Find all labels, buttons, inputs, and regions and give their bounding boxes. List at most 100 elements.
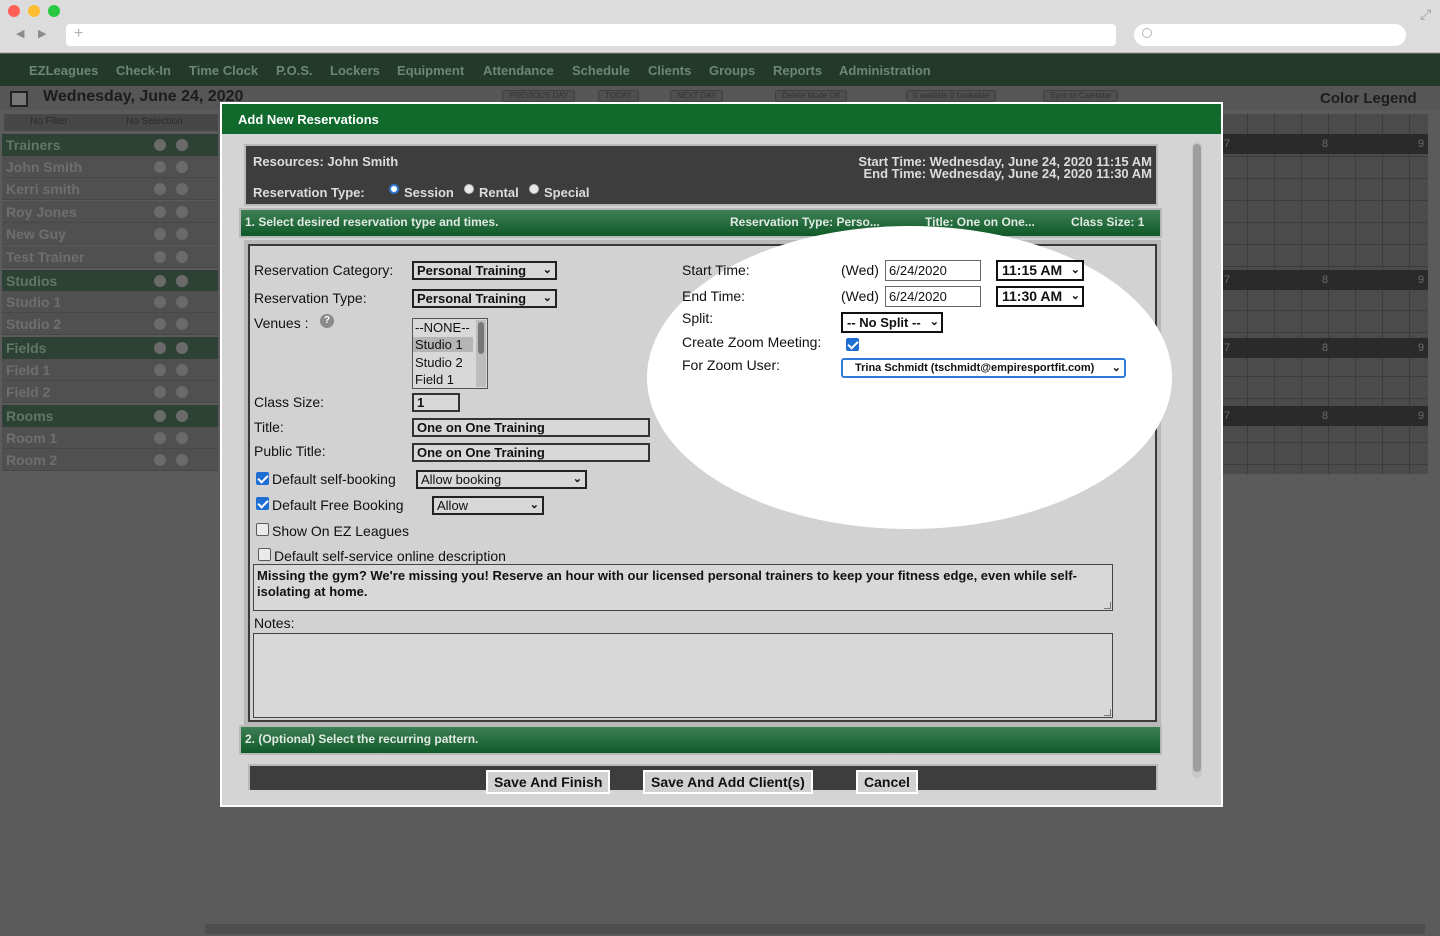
- self-booking-select[interactable]: Allow booking ⌄: [416, 470, 587, 489]
- radio-circle-icon[interactable]: [176, 364, 188, 376]
- previous-day-button[interactable]: PREVIOUS DAY: [502, 90, 576, 102]
- minus-circle-icon[interactable]: [154, 454, 166, 466]
- venue-option[interactable]: --NONE--: [415, 320, 470, 335]
- radio-circle-icon[interactable]: [176, 454, 188, 466]
- sidebar-resource-row[interactable]: Studio 2: [2, 313, 218, 335]
- minus-circle-icon[interactable]: [154, 275, 166, 287]
- sidebar-resource-row[interactable]: John Smith: [2, 156, 218, 178]
- minus-circle-icon[interactable]: [154, 364, 166, 376]
- radio-circle-icon[interactable]: [176, 228, 188, 240]
- show-ez-leagues-checkbox[interactable]: [256, 523, 269, 536]
- sync-calendar-button[interactable]: Sync to Calendar: [1043, 90, 1119, 102]
- free-booking-select[interactable]: Allow ⌄: [432, 496, 544, 515]
- sidebar-resource-row[interactable]: Kerri smith: [2, 178, 218, 200]
- radio-circle-icon[interactable]: [176, 318, 188, 330]
- session-radio[interactable]: [389, 184, 399, 194]
- no-filter-dropdown[interactable]: No Filter: [30, 116, 68, 127]
- split-select[interactable]: -- No Split -- ⌄: [841, 312, 943, 333]
- resize-grip-icon[interactable]: [1104, 602, 1111, 609]
- save-and-finish-button[interactable]: Save And Finish: [486, 770, 611, 794]
- minimize-window-icon[interactable]: [28, 5, 40, 17]
- no-selection-dropdown[interactable]: No Selection: [126, 116, 183, 127]
- close-window-icon[interactable]: [8, 5, 20, 17]
- sidebar-resource-row[interactable]: Test Trainer: [2, 246, 218, 268]
- address-bar[interactable]: +: [66, 24, 1116, 46]
- radio-circle-icon[interactable]: [176, 161, 188, 173]
- browser-search-bar[interactable]: [1134, 24, 1406, 46]
- notes-textarea[interactable]: [253, 633, 1113, 718]
- sidebar-group-header[interactable]: Rooms: [2, 405, 218, 427]
- today-button[interactable]: TODAY: [598, 90, 639, 102]
- dialog-scrollbar[interactable]: [1192, 142, 1202, 778]
- sidebar-resource-row[interactable]: Field 2: [2, 381, 218, 403]
- special-radio[interactable]: [529, 184, 539, 194]
- sidebar-group-header[interactable]: Studios: [2, 270, 218, 292]
- minus-circle-icon[interactable]: [154, 296, 166, 308]
- next-day-button[interactable]: NEXT DAY: [670, 90, 724, 102]
- radio-circle-icon[interactable]: [176, 410, 188, 422]
- sidebar-group-header[interactable]: Trainers: [2, 134, 218, 156]
- start-time-select[interactable]: 11:15 AM ⌄: [996, 260, 1084, 281]
- help-icon[interactable]: ?: [320, 314, 334, 328]
- minus-circle-icon[interactable]: [154, 251, 166, 263]
- category-select[interactable]: Personal Training ⌄: [412, 261, 557, 280]
- sidebar-resource-row[interactable]: Field 1: [2, 359, 218, 381]
- color-legend-link[interactable]: Color Legend: [1320, 90, 1417, 107]
- back-arrow-icon[interactable]: ◀: [16, 27, 24, 40]
- listbox-scrollbar[interactable]: [476, 320, 486, 387]
- calendar-icon[interactable]: [10, 91, 28, 107]
- class-size-input[interactable]: 1: [412, 393, 460, 412]
- nav-lockers[interactable]: Lockers: [330, 63, 380, 78]
- minus-circle-icon[interactable]: [154, 139, 166, 151]
- rental-radio-label[interactable]: Rental: [479, 185, 519, 200]
- minus-circle-icon[interactable]: [154, 183, 166, 195]
- section-2-header[interactable]: 2. (Optional) Select the recurring patte…: [239, 725, 1162, 755]
- forward-arrow-icon[interactable]: ▶: [38, 27, 46, 40]
- radio-circle-icon[interactable]: [176, 296, 188, 308]
- sidebar-resource-row[interactable]: Studio 1: [2, 291, 218, 313]
- minus-circle-icon[interactable]: [154, 432, 166, 444]
- online-description-textarea[interactable]: Missing the gym? We're missing you! Rese…: [253, 564, 1113, 611]
- sidebar-resource-row[interactable]: Room 1: [2, 427, 218, 449]
- dialog-scrollbar-thumb[interactable]: [1193, 144, 1201, 772]
- radio-circle-icon[interactable]: [176, 251, 188, 263]
- cancel-button[interactable]: Cancel: [856, 770, 918, 794]
- radio-circle-icon[interactable]: [176, 183, 188, 195]
- delete-mode-button[interactable]: Delete Mode Off: [775, 90, 848, 102]
- free-booking-checkbox[interactable]: [256, 497, 269, 510]
- nav-attendance[interactable]: Attendance: [483, 63, 554, 78]
- save-and-add-clients-button[interactable]: Save And Add Client(s): [643, 770, 813, 794]
- nav-time-clock[interactable]: Time Clock: [189, 63, 258, 78]
- minus-circle-icon[interactable]: [154, 228, 166, 240]
- session-radio-label[interactable]: Session: [404, 185, 454, 200]
- radio-circle-icon[interactable]: [176, 139, 188, 151]
- public-title-input[interactable]: One on One Training: [412, 443, 650, 462]
- venue-option-selected[interactable]: Studio 1: [413, 337, 473, 352]
- nav-check-in[interactable]: Check-In: [116, 63, 171, 78]
- section-1-header[interactable]: 1. Select desired reservation type and t…: [239, 208, 1162, 238]
- minus-circle-icon[interactable]: [154, 342, 166, 354]
- venue-option[interactable]: Field 1: [415, 372, 454, 387]
- maximize-window-icon[interactable]: [48, 5, 60, 17]
- minus-circle-icon[interactable]: [154, 206, 166, 218]
- title-input[interactable]: One on One Training: [412, 418, 650, 437]
- end-time-select[interactable]: 11:30 AM ⌄: [996, 286, 1084, 307]
- nav-pos[interactable]: P.O.S.: [276, 63, 313, 78]
- nav-groups[interactable]: Groups: [709, 63, 755, 78]
- fullscreen-expand-icon[interactable]: ⤢: [1420, 6, 1431, 23]
- nav-ezleagues[interactable]: EZLeagues: [29, 63, 98, 78]
- online-description-checkbox[interactable]: [258, 548, 271, 561]
- sidebar-resource-row[interactable]: Room 2: [2, 449, 218, 471]
- radio-circle-icon[interactable]: [176, 206, 188, 218]
- zoom-user-select[interactable]: Trina Schmidt (tschmidt@empiresportfit.c…: [841, 358, 1126, 378]
- venues-listbox[interactable]: --NONE-- Studio 1 Studio 2 Field 1: [412, 318, 488, 389]
- sidebar-resource-row[interactable]: Roy Jones: [2, 201, 218, 223]
- minus-circle-icon[interactable]: [154, 386, 166, 398]
- nav-reports[interactable]: Reports: [773, 63, 822, 78]
- radio-circle-icon[interactable]: [176, 342, 188, 354]
- nav-administration[interactable]: Administration: [839, 63, 931, 78]
- radio-circle-icon[interactable]: [176, 386, 188, 398]
- special-radio-label[interactable]: Special: [544, 185, 590, 200]
- sidebar-resource-row[interactable]: New Guy: [2, 223, 218, 245]
- horizontal-scrollbar[interactable]: [205, 924, 1425, 934]
